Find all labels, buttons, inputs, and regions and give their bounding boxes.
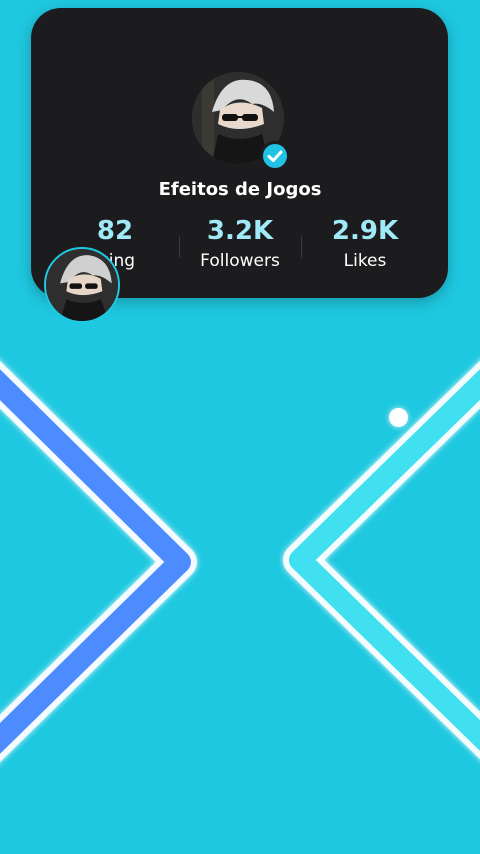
followers-count: 3.2K	[206, 216, 274, 246]
avatar-ball	[44, 247, 120, 323]
following-count: 82	[96, 216, 134, 246]
stat-followers[interactable]: 3.2K Followers	[175, 215, 305, 273]
followers-label: Followers	[200, 251, 280, 271]
right-wall	[283, 360, 480, 760]
stat-likes[interactable]: 2.9K Likes	[300, 215, 430, 273]
verified-badge-icon	[260, 141, 290, 171]
white-ball	[389, 408, 408, 427]
profile-name: Efeitos de Jogos	[158, 179, 322, 200]
likes-count: 2.9K	[331, 216, 399, 246]
game-stage: Efeitos de Jogos 82 wing 3.2K Followers …	[0, 0, 480, 854]
likes-label: Likes	[343, 251, 387, 271]
anime-character-avatar-icon	[46, 249, 118, 321]
left-wall	[0, 360, 197, 763]
